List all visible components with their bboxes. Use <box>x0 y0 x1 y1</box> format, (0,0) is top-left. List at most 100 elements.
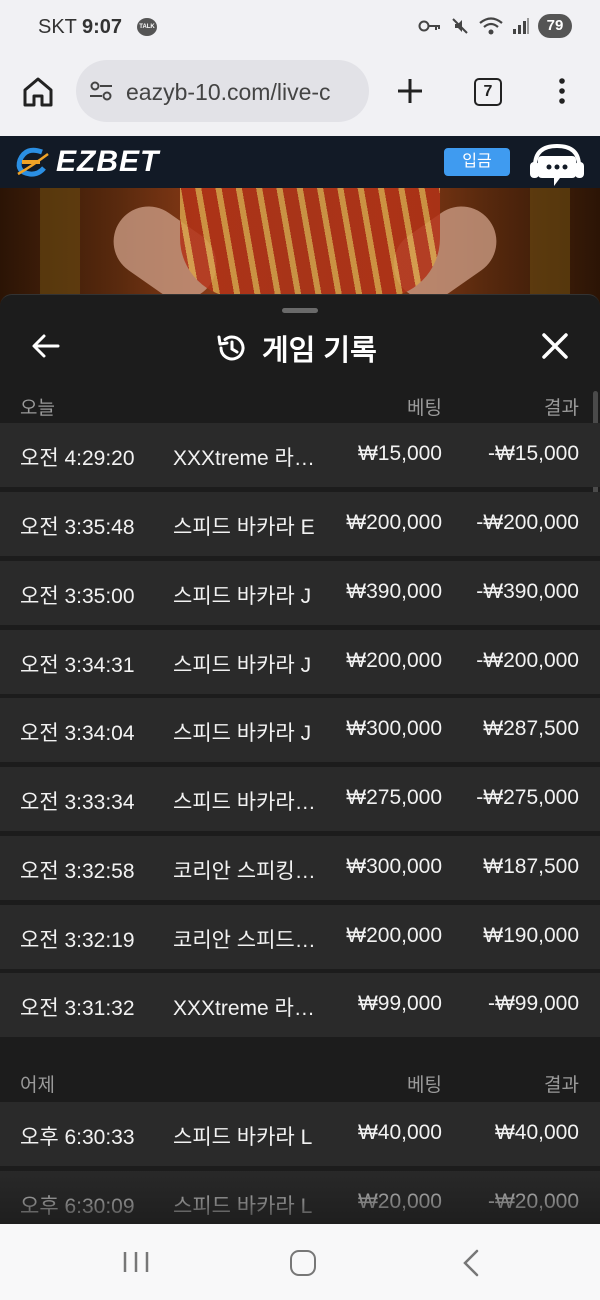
row-bet: ₩200,000 <box>346 511 442 534</box>
panel-title-text: 게임 기록 <box>262 335 377 367</box>
row-time: 오전 3:32:58 <box>20 860 135 883</box>
row-time: 오전 3:34:31 <box>20 654 135 677</box>
row-time: 오후 6:30:33 <box>20 1126 135 1149</box>
url-text[interactable]: eazyb-10.com/live-c <box>126 79 358 106</box>
deposit-button[interactable]: 입금 <box>444 148 510 176</box>
row-bet: ₩40,000 <box>357 1121 442 1144</box>
row-bet: ₩390,000 <box>346 580 442 603</box>
ezbet-logo[interactable]: EZBET <box>12 142 159 182</box>
row-game: 스피드 바카라… <box>173 791 316 814</box>
key-icon <box>418 20 440 32</box>
wifi-icon <box>479 17 503 35</box>
history-row[interactable]: 오전 4:29:20 XXXtreme 라… ₩15,000 -₩15,000 <box>0 423 600 487</box>
video-background <box>40 188 80 308</box>
row-time: 오후 6:30:09 <box>20 1195 135 1218</box>
row-bet: ₩99,000 <box>357 992 442 1015</box>
signal-icon <box>513 18 529 34</box>
row-game: 코리안 스피킹… <box>173 860 316 883</box>
carrier-label: SKT <box>38 16 77 38</box>
row-time: 오전 3:35:00 <box>20 585 135 608</box>
row-game: 스피드 바카라 J <box>173 585 312 608</box>
row-bet: ₩200,000 <box>346 649 442 672</box>
ezbet-logo-icon <box>16 147 49 177</box>
tab-switcher-button[interactable]: 7 <box>474 78 502 106</box>
row-time: 오전 3:35:48 <box>20 516 135 539</box>
row-result: -₩200,000 <box>476 511 579 534</box>
row-result: -₩200,000 <box>476 649 579 672</box>
history-row[interactable]: 오전 3:31:32 XXXtreme 라… ₩99,000 -₩99,000 <box>0 973 600 1037</box>
result-column-header: 결과 <box>544 398 579 419</box>
game-history-panel: 게임 기록 오늘 베팅 결과 오전 4:29:20 XXXtreme 라… ₩1… <box>0 294 600 1224</box>
site-settings-icon[interactable] <box>88 79 114 103</box>
home-button[interactable] <box>290 1250 316 1276</box>
video-dealer <box>180 188 440 298</box>
status-bar: SKT 9:07 TALK 79 <box>0 0 600 56</box>
row-game: 스피드 바카라 J <box>173 722 312 745</box>
result-column-header: 결과 <box>544 1075 579 1096</box>
history-row[interactable]: 오전 3:32:58 코리안 스피킹… ₩300,000 ₩187,500 <box>0 836 600 900</box>
row-result: ₩190,000 <box>483 924 579 947</box>
history-row[interactable]: 오전 3:33:34 스피드 바카라… ₩275,000 -₩275,000 <box>0 767 600 831</box>
row-bet: ₩300,000 <box>346 855 442 878</box>
back-arrow-icon[interactable] <box>30 331 62 361</box>
bet-column-header: 베팅 <box>407 398 442 419</box>
close-icon[interactable] <box>540 331 570 361</box>
section-header-today: 오늘 베팅 결과 <box>0 385 600 425</box>
row-bet: ₩300,000 <box>346 717 442 740</box>
row-result: -₩99,000 <box>487 992 579 1015</box>
row-result: -₩20,000 <box>487 1190 579 1213</box>
row-time: 오전 3:31:32 <box>20 997 135 1020</box>
row-bet: ₩20,000 <box>357 1190 442 1213</box>
row-time: 오전 3:34:04 <box>20 722 135 745</box>
row-game: 스피드 바카라 E <box>173 516 315 539</box>
section-header-yesterday: 어제 베팅 결과 <box>0 1062 600 1102</box>
section-date-label: 어제 <box>20 1075 55 1096</box>
row-result: ₩40,000 <box>494 1121 579 1144</box>
history-row[interactable]: 오전 3:32:19 코리안 스피드… ₩200,000 ₩190,000 <box>0 905 600 969</box>
row-result: ₩187,500 <box>483 855 579 878</box>
recent-apps-icon[interactable] <box>122 1250 150 1274</box>
row-bet: ₩15,000 <box>357 442 442 465</box>
history-row[interactable]: 오전 3:35:48 스피드 바카라 E ₩200,000 -₩200,000 <box>0 492 600 556</box>
row-time: 오전 3:32:19 <box>20 929 135 952</box>
row-result: ₩287,500 <box>483 717 579 740</box>
logo-text: EZBET <box>56 145 160 178</box>
battery-icon: 79 <box>538 14 572 38</box>
clock: 9:07 <box>82 16 123 38</box>
new-tab-icon[interactable] <box>395 76 425 106</box>
row-game: XXXtreme 라… <box>173 447 315 470</box>
row-result: -₩390,000 <box>476 580 579 603</box>
row-result: -₩275,000 <box>476 786 579 809</box>
row-game: XXXtreme 라… <box>173 997 315 1020</box>
row-bet: ₩200,000 <box>346 924 442 947</box>
row-game: 스피드 바카라 L <box>173 1195 313 1218</box>
row-time: 오전 4:29:20 <box>20 447 135 470</box>
more-menu-icon[interactable] <box>552 76 572 106</box>
history-row[interactable]: 오후 6:30:09 스피드 바카라 L ₩20,000 -₩20,000 <box>0 1171 600 1224</box>
support-chat-icon[interactable] <box>526 140 588 188</box>
mute-icon <box>452 18 468 34</box>
panel-title: 게임 기록 <box>216 327 377 369</box>
video-background <box>530 188 570 308</box>
row-game: 스피드 바카라 L <box>173 1126 313 1149</box>
back-icon[interactable] <box>460 1249 482 1277</box>
history-row[interactable]: 오전 3:34:04 스피드 바카라 J ₩300,000 ₩287,500 <box>0 698 600 762</box>
browser-toolbar: eazyb-10.com/live-c 7 <box>0 56 600 136</box>
section-date-label: 오늘 <box>20 398 55 419</box>
home-icon[interactable] <box>20 74 56 110</box>
row-bet: ₩275,000 <box>346 786 442 809</box>
history-icon <box>217 335 245 361</box>
history-row[interactable]: 오후 6:30:33 스피드 바카라 L ₩40,000 ₩40,000 <box>0 1102 600 1166</box>
live-video-stream[interactable] <box>0 188 600 308</box>
drag-handle[interactable] <box>282 308 318 313</box>
row-result: -₩15,000 <box>487 442 579 465</box>
bet-column-header: 베팅 <box>407 1075 442 1096</box>
kakaotalk-notification-icon: TALK <box>137 18 157 36</box>
system-navigation-bar <box>0 1224 600 1300</box>
address-bar[interactable]: eazyb-10.com/live-c <box>76 60 369 122</box>
row-time: 오전 3:33:34 <box>20 791 135 814</box>
site-header: EZBET 입금 <box>0 136 600 188</box>
history-row[interactable]: 오전 3:34:31 스피드 바카라 J ₩200,000 -₩200,000 <box>0 630 600 694</box>
row-game: 코리안 스피드… <box>173 929 316 952</box>
history-row[interactable]: 오전 3:35:00 스피드 바카라 J ₩390,000 -₩390,000 <box>0 561 600 625</box>
